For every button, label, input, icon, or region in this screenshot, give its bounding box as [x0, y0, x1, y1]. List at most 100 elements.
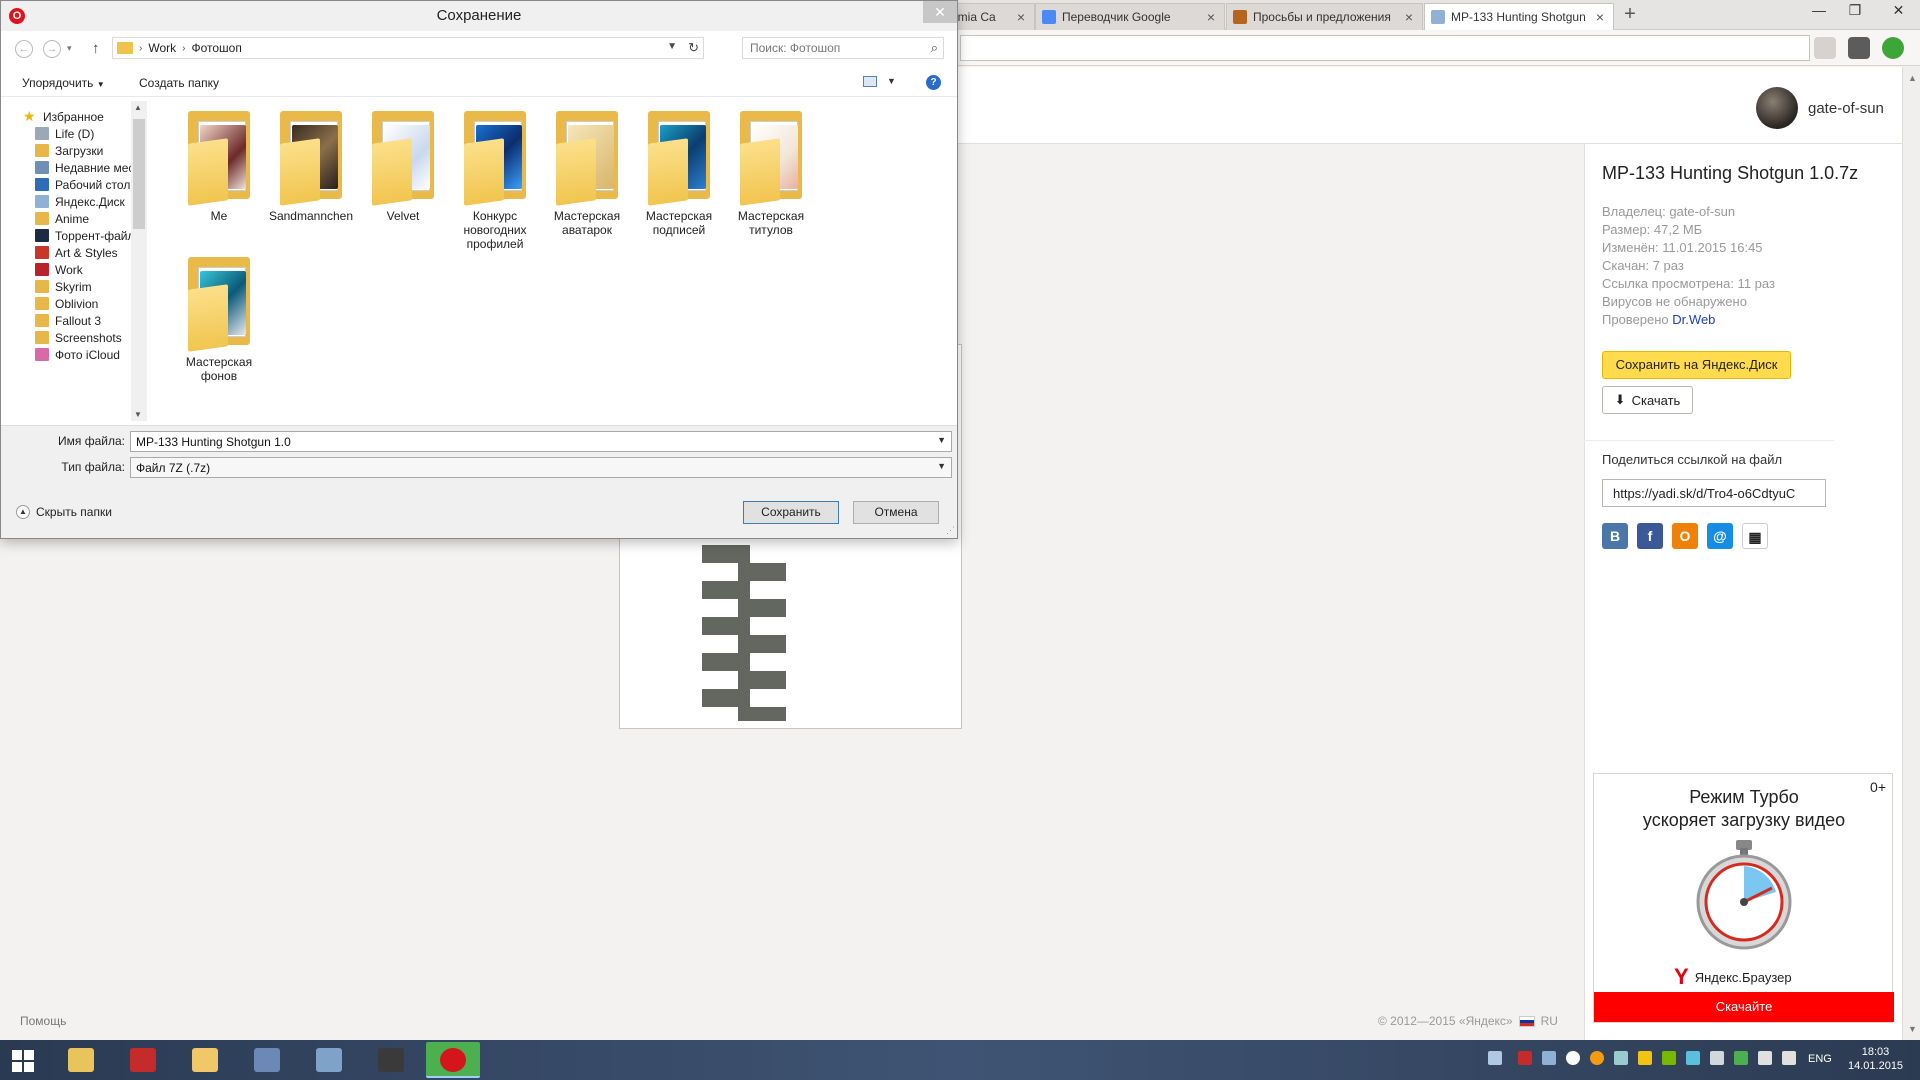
turbo-ad-banner[interactable]: 0+ Режим Турбо ускоряет загрузку видео Y… — [1593, 773, 1894, 1023]
minimize-button[interactable]: — — [1801, 0, 1837, 22]
back-arrow-icon[interactable]: ← — [15, 40, 33, 58]
nav-item-label: Work — [55, 262, 83, 277]
tray-app-icon[interactable] — [1710, 1051, 1724, 1065]
tab-close-icon[interactable]: × — [1402, 9, 1416, 25]
dialog-titlebar[interactable]: O Сохранение ✕ — [1, 1, 957, 31]
cloud-tray-icon[interactable] — [1566, 1051, 1580, 1065]
chevron-down-icon[interactable]: ▼ — [667, 41, 677, 52]
save-button[interactable]: Сохранить — [743, 501, 839, 524]
drweb-link[interactable]: Dr.Web — [1672, 312, 1715, 327]
scroll-down-icon[interactable]: ▼ — [1908, 1024, 1917, 1034]
page-scrollbar[interactable]: ▲ ▼ — [1902, 67, 1920, 1080]
qr-code-icon[interactable]: ▦ — [1742, 523, 1768, 549]
scroll-thumb[interactable] — [133, 119, 145, 229]
up-arrow-icon[interactable]: ↑ — [92, 40, 100, 57]
folder-item[interactable]: Мастерская аватарок — [539, 107, 635, 237]
odnoklassniki-share-icon[interactable]: О — [1672, 523, 1698, 549]
folder-taskbar-icon[interactable] — [178, 1042, 232, 1078]
system-clock[interactable]: 18:03 14.01.2015 — [1848, 1045, 1903, 1073]
mail-share-icon[interactable]: @ — [1707, 523, 1733, 549]
dialog-close-button[interactable]: ✕ — [923, 1, 957, 23]
resize-grip-icon[interactable]: ⋰ — [946, 525, 955, 536]
paint-app-taskbar-icon[interactable] — [302, 1042, 356, 1078]
scroll-up-icon[interactable]: ▲ — [134, 103, 142, 112]
orange-tray-icon[interactable] — [1590, 1051, 1604, 1065]
folder-item[interactable]: Конкурс новогодних профилей — [447, 107, 543, 251]
download-icon[interactable] — [1882, 37, 1904, 59]
video-app-taskbar-icon[interactable] — [364, 1042, 418, 1078]
organize-menu[interactable]: Упорядочить ▼ — [22, 76, 105, 90]
maximize-button[interactable]: ❐ — [1837, 0, 1873, 22]
tray-app-icon[interactable] — [1614, 1051, 1628, 1065]
opera-taskbar-icon[interactable] — [426, 1042, 480, 1078]
tray-app-icon[interactable] — [1686, 1051, 1700, 1065]
folder-item[interactable]: Sandmannchen — [263, 107, 359, 223]
tab-close-icon[interactable]: × — [1204, 9, 1218, 25]
red-tray-icon[interactable] — [1518, 1051, 1532, 1065]
steam-tray-icon[interactable] — [1488, 1051, 1502, 1065]
refresh-icon[interactable]: ↻ — [688, 40, 699, 56]
breadcrumb-chevron-icon[interactable]: › — [139, 43, 142, 54]
help-link[interactable]: Помощь — [20, 1014, 66, 1028]
file-type-select[interactable]: Файл 7Z (.7z) ▼ — [130, 457, 952, 478]
language-link[interactable]: RU — [1541, 1014, 1558, 1028]
folder-item[interactable]: Me — [171, 107, 267, 223]
nav-pane-scrollbar[interactable]: ▲ ▼ — [131, 101, 147, 421]
chevron-down-icon[interactable]: ▼ — [937, 435, 946, 445]
address-input[interactable] — [960, 35, 1810, 61]
folder-label: Мастерская подписей — [645, 209, 713, 237]
save-to-disk-button[interactable]: Сохранить на Яндекс.Диск — [1602, 351, 1791, 379]
username[interactable]: gate-of-sun — [1808, 100, 1884, 117]
cancel-button[interactable]: Отмена — [853, 501, 939, 524]
red-app-taskbar-icon[interactable] — [116, 1042, 170, 1078]
forward-arrow-icon[interactable]: → — [43, 40, 61, 58]
pocket-icon[interactable] — [1848, 37, 1870, 59]
breadcrumb[interactable]: › Work › Фотошоп ▼ ↻ — [112, 37, 704, 59]
document-app-taskbar-icon[interactable] — [240, 1042, 294, 1078]
volume-icon[interactable] — [1758, 1051, 1772, 1065]
file-explorer-taskbar-icon[interactable] — [54, 1042, 108, 1078]
chevron-down-icon[interactable]: ▼ — [937, 461, 946, 471]
new-tab-button[interactable]: + — [1620, 4, 1640, 26]
input-language[interactable]: ENG — [1808, 1053, 1832, 1065]
chevron-down-icon[interactable]: ▼ — [887, 76, 896, 86]
breadcrumb-item[interactable]: Work — [148, 41, 176, 55]
browser-tab[interactable]: Просьбы и предложения × — [1226, 3, 1423, 30]
download-button[interactable]: ⬇ Скачать — [1602, 386, 1693, 414]
change-view-icon[interactable] — [863, 76, 877, 87]
browser-tab-active[interactable]: MP-133 Hunting Shotgun × — [1424, 3, 1614, 30]
facebook-share-icon[interactable]: f — [1637, 523, 1663, 549]
help-icon[interactable]: ? — [926, 75, 941, 90]
folder-item[interactable]: Мастерская титулов — [723, 107, 819, 237]
tab-close-icon[interactable]: × — [1593, 9, 1607, 25]
avatar[interactable] — [1756, 87, 1798, 129]
folder-icon — [35, 331, 49, 344]
share-url-input[interactable]: https://yadi.sk/d/Tro4-o6CdtyuC — [1602, 479, 1826, 507]
browser-tab[interactable]: Переводчик Google × — [1035, 3, 1225, 30]
nvidia-tray-icon[interactable] — [1662, 1051, 1676, 1065]
breadcrumb-chevron-icon[interactable]: › — [182, 43, 185, 54]
close-window-button[interactable]: ✕ — [1877, 0, 1920, 22]
ad-download-button[interactable]: Скачайте — [1594, 992, 1894, 1022]
vk-share-icon[interactable]: В — [1602, 523, 1628, 549]
breadcrumb-item[interactable]: Фотошоп — [191, 41, 241, 55]
tray-app-icon[interactable] — [1638, 1051, 1652, 1065]
tab-close-icon[interactable]: × — [1014, 9, 1028, 25]
folder-icon — [368, 107, 438, 206]
flag-tray-icon[interactable] — [1782, 1051, 1796, 1065]
scroll-down-icon[interactable]: ▼ — [134, 410, 142, 419]
new-folder-button[interactable]: Создать папку — [139, 76, 219, 90]
scroll-up-icon[interactable]: ▲ — [1908, 73, 1917, 83]
shield-tray-icon[interactable] — [1734, 1051, 1748, 1065]
search-input[interactable]: Поиск: Фотошоп ⌕ — [742, 37, 944, 59]
file-name-input[interactable]: MP-133 Hunting Shotgun 1.0 ▼ — [130, 431, 952, 452]
folder-label: Мастерская титулов — [737, 209, 805, 237]
heart-icon[interactable] — [1814, 37, 1836, 59]
tray-app-icon[interactable] — [1542, 1051, 1556, 1065]
windows-start-icon[interactable] — [12, 1050, 34, 1072]
recent-locations-icon[interactable]: ▾ — [67, 43, 72, 54]
hide-folders-toggle[interactable]: ▲ Скрыть папки — [16, 505, 112, 519]
folder-item[interactable]: Velvet — [355, 107, 451, 223]
folder-item[interactable]: Мастерская подписей — [631, 107, 727, 237]
folder-item[interactable]: Мастерская фонов — [171, 253, 267, 383]
